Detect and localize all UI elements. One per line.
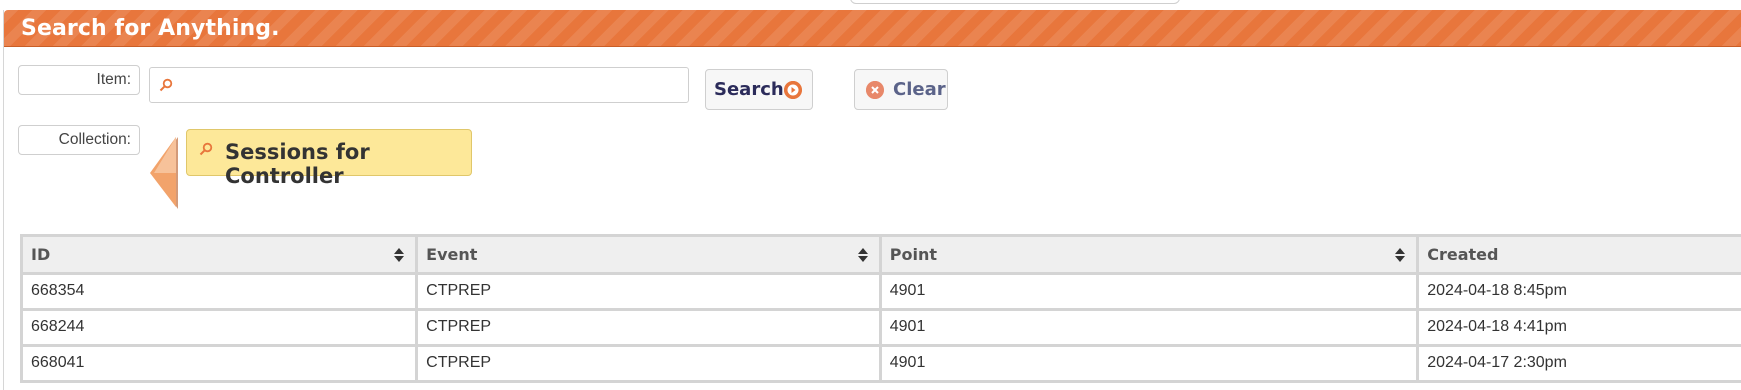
- cell-id: 668244: [23, 309, 419, 347]
- item-input[interactable]: [178, 72, 682, 100]
- search-icon: [199, 142, 213, 156]
- column-header-id[interactable]: ID: [23, 237, 419, 275]
- cell-id: 668354: [23, 273, 419, 311]
- cell-created: 2024-04-18 8:45pm: [1417, 273, 1741, 311]
- column-header-label: Point: [889, 244, 937, 264]
- column-header-created[interactable]: Created: [1417, 237, 1741, 275]
- table-row[interactable]: 668354 CTPREP 4901 2024-04-18 8:45pm: [23, 273, 1741, 311]
- sort-icon[interactable]: [1394, 247, 1406, 263]
- collection-value: Sessions for Controller: [225, 140, 370, 188]
- close-circle-icon: [866, 81, 884, 99]
- sessions-table: ID Event Point Created 668354 CTPREP 490…: [20, 234, 1741, 383]
- cell-point: 4901: [880, 345, 1420, 383]
- column-header-label: ID: [31, 244, 51, 264]
- left-arrow-icon: [150, 137, 178, 209]
- search-button[interactable]: Search: [705, 69, 813, 110]
- cell-id: 668041: [23, 345, 419, 383]
- column-header-event[interactable]: Event: [416, 237, 882, 275]
- cell-point: 4901: [880, 273, 1420, 311]
- cell-event: CTPREP: [416, 309, 882, 347]
- top-dropdown-edge: [850, 0, 1180, 4]
- sort-icon[interactable]: [393, 247, 405, 263]
- item-search-field[interactable]: [149, 67, 689, 103]
- table-row[interactable]: 668244 CTPREP 4901 2024-04-18 4:41pm: [23, 309, 1741, 347]
- table-header-row: ID Event Point Created: [23, 237, 1741, 275]
- collection-selection[interactable]: Sessions for Controller: [186, 129, 472, 188]
- column-header-label: Created: [1427, 244, 1499, 264]
- sort-icon[interactable]: [857, 247, 869, 263]
- panel-title: Search for Anything.: [21, 16, 280, 41]
- cell-point: 4901: [880, 309, 1420, 347]
- column-header-point[interactable]: Point: [880, 237, 1420, 275]
- item-label: Item:: [18, 65, 140, 95]
- collection-label: Collection:: [18, 125, 140, 155]
- cell-event: CTPREP: [416, 273, 882, 311]
- cell-created: 2024-04-17 2:30pm: [1417, 345, 1741, 383]
- search-icon: [159, 78, 173, 92]
- clear-button-label: Clear: [893, 79, 946, 100]
- table-row[interactable]: 668041 CTPREP 4901 2024-04-17 2:30pm: [23, 345, 1741, 383]
- cell-created: 2024-04-18 4:41pm: [1417, 309, 1741, 347]
- panel-header: Search for Anything.: [4, 10, 1741, 47]
- cell-event: CTPREP: [416, 345, 882, 383]
- arrow-right-circle-icon: [784, 81, 802, 99]
- clear-button[interactable]: Clear: [854, 69, 948, 110]
- column-header-label: Event: [426, 244, 478, 264]
- search-button-label: Search: [714, 79, 784, 100]
